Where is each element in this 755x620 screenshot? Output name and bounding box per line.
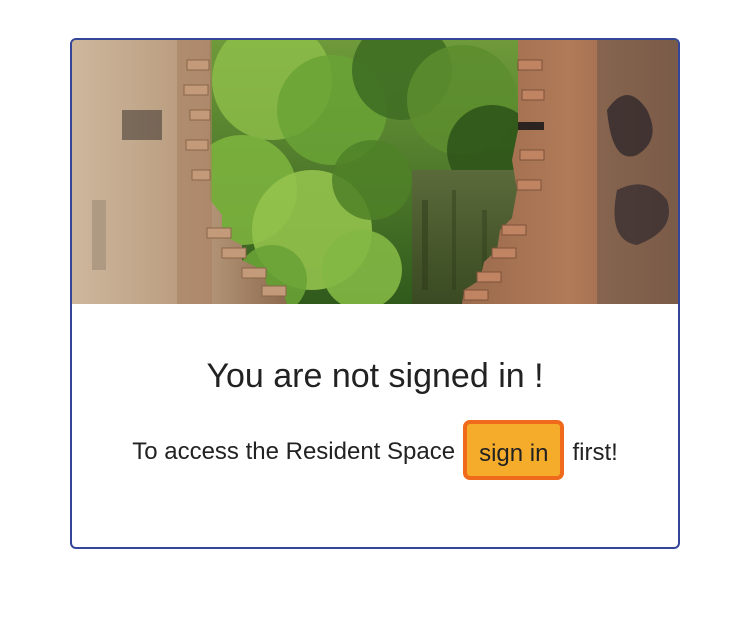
prompt-text-after: first! [572,439,618,466]
card-body: You are not signed in ! To access the Re… [72,304,678,547]
prompt-text-before: To access the Resident Space [132,438,456,465]
ruined-wall-forest-illustration [72,40,678,304]
signin-prompt: To access the Resident Space sign in fir… [72,420,678,480]
notice-card: You are not signed in ! To access the Re… [70,38,680,549]
page-title: You are not signed in ! [206,357,544,395]
hero-image [72,40,678,304]
sign-in-button[interactable]: sign in [463,420,565,480]
